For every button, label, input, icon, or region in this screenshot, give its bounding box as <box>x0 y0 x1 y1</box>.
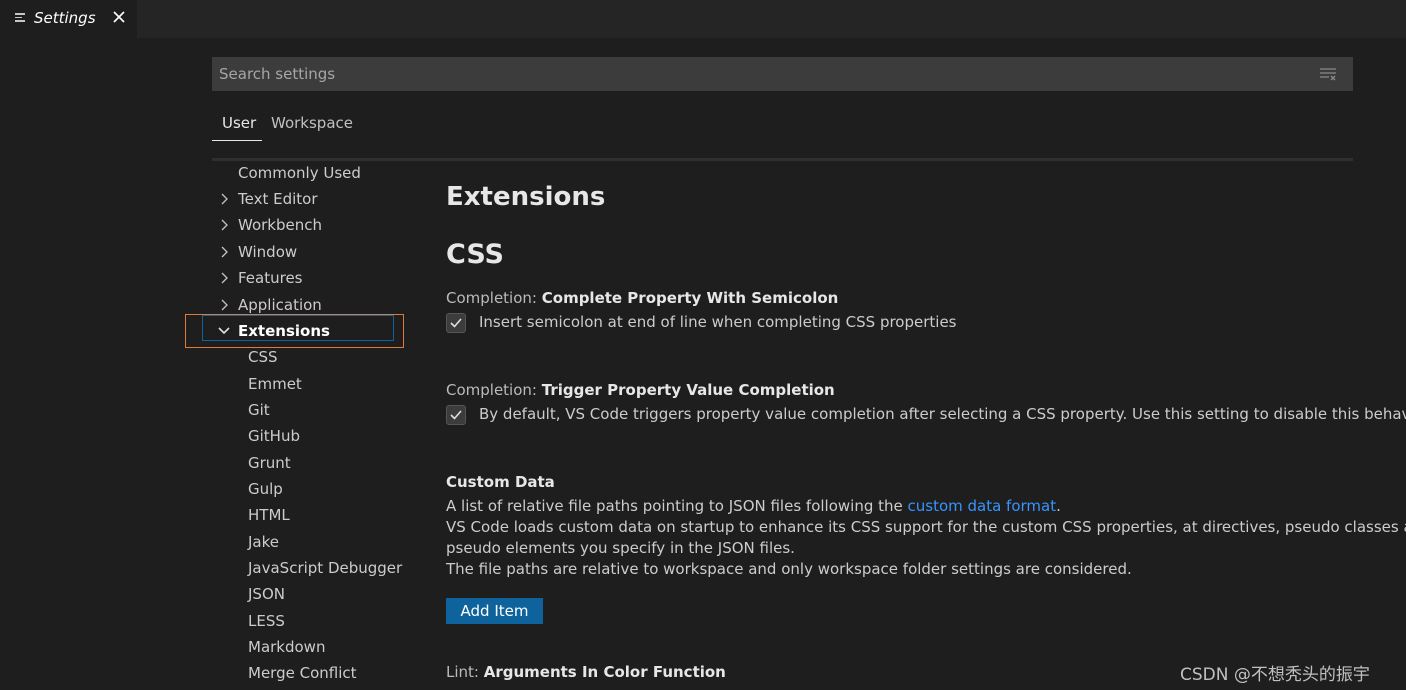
setting-description: By default, VS Code triggers property va… <box>479 405 1406 423</box>
toc-child-gulp[interactable]: Gulp <box>248 480 283 498</box>
custom-data-description-line1: A list of relative file paths pointing t… <box>446 497 1061 515</box>
add-item-button[interactable]: Add Item <box>446 598 543 624</box>
section-heading: Extensions <box>446 182 606 212</box>
tab-workspace[interactable]: Workspace <box>271 114 353 132</box>
toc-child-jake[interactable]: Jake <box>248 533 279 551</box>
trigger-completion-checkbox[interactable] <box>446 405 466 425</box>
checkmark-icon <box>450 410 462 420</box>
toc-item-label: Features <box>238 269 303 287</box>
close-icon[interactable] <box>110 8 128 26</box>
toc-item-application[interactable]: Application <box>221 296 322 314</box>
toc-child-git[interactable]: Git <box>248 401 270 419</box>
custom-data-format-link[interactable]: custom data format <box>908 497 1057 515</box>
toc-item-label: Window <box>238 243 298 261</box>
custom-data-description-line2: VS Code loads custom data on startup to … <box>446 518 1406 536</box>
toc-item-label: Workbench <box>238 216 322 234</box>
checkmark-icon <box>450 318 462 328</box>
custom-data-description-line4: The file paths are relative to workspace… <box>446 560 1132 578</box>
settings-tab[interactable]: Settings <box>0 0 137 38</box>
chevron-right-icon <box>221 246 228 258</box>
chevron-right-icon <box>221 219 228 231</box>
watermark: CSDN @不想秃头的振宇 <box>1180 665 1370 685</box>
toc-child-css[interactable]: CSS <box>248 348 278 366</box>
toc-item-window[interactable]: Window <box>221 243 298 261</box>
subsection-heading: CSS <box>446 239 504 270</box>
setting-title-trigger: Completion: Trigger Property Value Compl… <box>446 381 835 399</box>
toc-child-grunt[interactable]: Grunt <box>248 454 291 472</box>
chevron-right-icon <box>221 272 228 284</box>
setting-title-custom-data: Custom Data <box>446 473 555 491</box>
toc-child-markdown[interactable]: Markdown <box>248 638 325 656</box>
tab-user[interactable]: User <box>222 114 256 132</box>
toc-child-emmet[interactable]: Emmet <box>248 375 302 393</box>
toc-item-label: Commonly Used <box>238 164 361 182</box>
chevron-right-icon <box>221 299 228 311</box>
active-tab-indicator <box>212 140 262 141</box>
search-input[interactable] <box>212 57 1309 91</box>
toc-child-merge-conflict[interactable]: Merge Conflict <box>248 664 357 682</box>
toc-child-javascript-debugger[interactable]: JavaScript Debugger <box>248 559 402 577</box>
tab-title: Settings <box>34 9 96 27</box>
toc-item-text-editor[interactable]: Text Editor <box>221 190 318 208</box>
toc-item-workbench[interactable]: Workbench <box>221 216 322 234</box>
setting-title-semicolon: Completion: Complete Property With Semic… <box>446 289 839 307</box>
chevron-right-icon <box>221 193 228 205</box>
toc-child-html[interactable]: HTML <box>248 506 290 524</box>
header-divider <box>212 158 1353 161</box>
semicolon-checkbox[interactable] <box>446 313 466 333</box>
search-box <box>212 57 1353 91</box>
setting-title-lint: Lint: Arguments In Color Function <box>446 663 726 681</box>
settings-editor-icon <box>15 13 25 23</box>
toc-child-less[interactable]: LESS <box>248 612 285 630</box>
highlight-annotation-box <box>185 314 404 348</box>
toc-child-json[interactable]: JSON <box>248 585 285 603</box>
toc-child-github[interactable]: GitHub <box>248 427 300 445</box>
clear-filter-icon[interactable] <box>1319 67 1337 81</box>
toc-item-commonly-used[interactable]: Commonly Used <box>238 164 361 182</box>
toc-item-label: Application <box>238 296 322 314</box>
editor-tab-bar: Settings <box>0 0 1406 38</box>
toc-item-features[interactable]: Features <box>221 269 303 287</box>
custom-data-description-line3: pseudo elements you specify in the JSON … <box>446 539 795 557</box>
setting-description: Insert semicolon at end of line when com… <box>479 313 957 331</box>
toc-item-label: Text Editor <box>238 190 318 208</box>
